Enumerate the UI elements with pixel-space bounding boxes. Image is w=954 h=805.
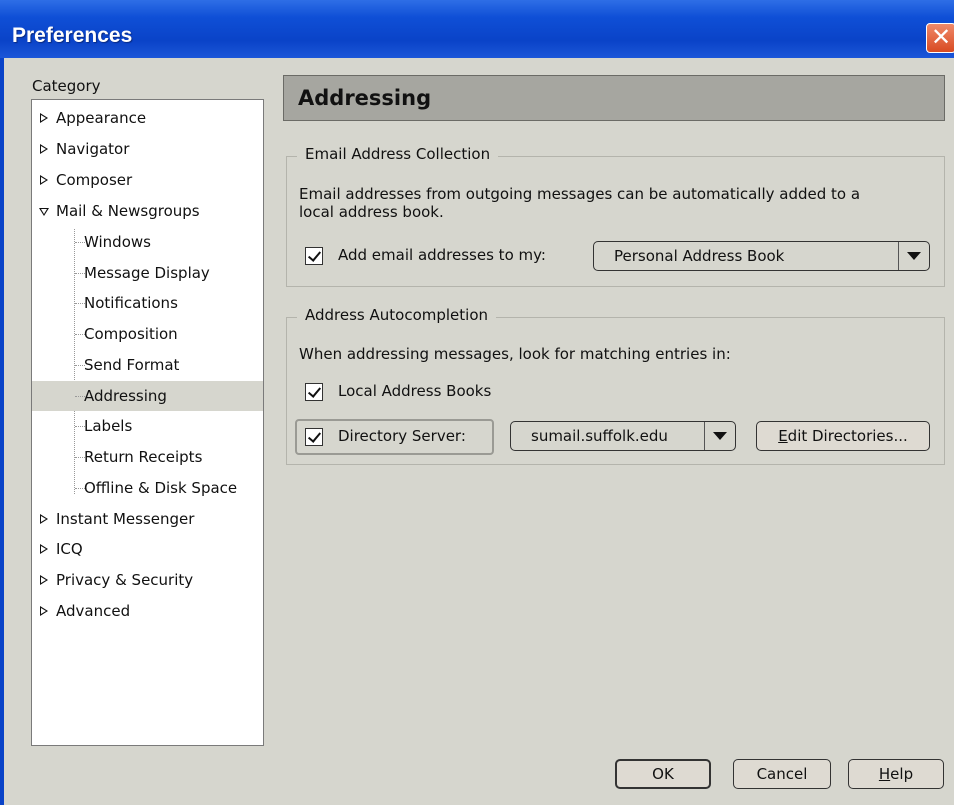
tree-item-label: Offline & Disk Space	[84, 479, 238, 497]
tree-item-privacy-security[interactable]: Privacy & Security	[32, 565, 263, 595]
help-button[interactable]: Help	[848, 759, 944, 789]
cancel-button[interactable]: Cancel	[733, 759, 831, 789]
expand-arrow-icon[interactable]	[40, 113, 48, 123]
button-label: dit Directories...	[787, 427, 908, 445]
tree-item-label: Composition	[84, 325, 178, 343]
tree-item-label: Message Display	[84, 264, 210, 282]
address-book-select[interactable]: Personal Address Book	[593, 241, 930, 271]
category-tree[interactable]: Appearance Navigator Composer Mail & New…	[31, 99, 264, 746]
local-address-books-checkbox[interactable]	[305, 383, 323, 401]
tree-item-label: Instant Messenger	[56, 510, 195, 528]
tree-item-label: Return Receipts	[84, 448, 203, 466]
mnemonic: H	[878, 765, 891, 783]
ok-button[interactable]: OK	[615, 759, 711, 789]
expand-arrow-icon[interactable]	[40, 544, 48, 554]
chevron-down-icon[interactable]	[898, 242, 929, 270]
tree-item-message-display[interactable]: Message Display	[32, 258, 263, 288]
tree-item-label: Advanced	[56, 602, 131, 620]
expand-arrow-icon[interactable]	[40, 175, 48, 185]
tree-item-navigator[interactable]: Navigator	[32, 134, 263, 164]
tree-item-label: Composer	[56, 171, 133, 189]
tree-item-instant-messenger[interactable]: Instant Messenger	[32, 504, 263, 534]
autocompletion-title: Address Autocompletion	[297, 306, 497, 324]
tree-item-return-receipts[interactable]: Return Receipts	[32, 442, 263, 472]
tree-item-addressing[interactable]: Addressing	[32, 381, 263, 411]
window-frame	[0, 58, 4, 805]
tree-item-notifications[interactable]: Notifications	[32, 288, 263, 318]
expand-arrow-icon[interactable]	[40, 606, 48, 616]
panel-title: Addressing	[298, 86, 432, 110]
tree-item-label: Send Format	[84, 356, 180, 374]
mnemonic: E	[778, 427, 788, 445]
autocompletion-description: When addressing messages, look for match…	[299, 345, 731, 363]
email-collection-description-2: local address book.	[299, 203, 444, 221]
category-label: Category	[32, 77, 101, 95]
edit-directories-button[interactable]: Edit Directories...	[756, 421, 930, 451]
tree-item-label: Navigator	[56, 140, 130, 158]
tree-item-label: ICQ	[56, 540, 83, 558]
close-icon[interactable]: ✕	[926, 23, 954, 53]
tree-item-label: Addressing	[84, 387, 167, 405]
add-email-addresses-checkbox[interactable]	[305, 247, 323, 265]
add-email-addresses-label[interactable]: Add email addresses to my:	[338, 246, 546, 264]
email-collection-title: Email Address Collection	[297, 145, 499, 163]
tree-item-appearance[interactable]: Appearance	[32, 103, 263, 133]
expand-arrow-icon[interactable]	[40, 514, 48, 524]
directory-server-value: sumail.suffolk.edu	[531, 427, 668, 445]
tree-item-label: Notifications	[84, 294, 178, 312]
expand-arrow-icon[interactable]	[40, 144, 48, 154]
tree-item-label: Appearance	[56, 109, 147, 127]
email-collection-description-1: Email addresses from outgoing messages c…	[299, 185, 861, 203]
tree-item-offline-disk-space[interactable]: Offline & Disk Space	[32, 473, 263, 503]
local-address-books-label[interactable]: Local Address Books	[338, 382, 491, 400]
tree-item-composer[interactable]: Composer	[32, 165, 263, 195]
directory-server-label[interactable]: Directory Server:	[338, 427, 466, 445]
tree-item-label: Privacy & Security	[56, 571, 194, 589]
tree-item-windows[interactable]: Windows	[32, 227, 263, 257]
tree-item-label: Labels	[84, 417, 133, 435]
directory-server-select[interactable]: sumail.suffolk.edu	[510, 421, 736, 451]
button-label: elp	[890, 765, 914, 783]
address-book-value: Personal Address Book	[614, 247, 785, 265]
tree-item-advanced[interactable]: Advanced	[32, 596, 263, 626]
tree-item-labels[interactable]: Labels	[32, 411, 263, 441]
panel-header: Addressing	[283, 75, 945, 121]
chevron-down-icon[interactable]	[704, 422, 735, 450]
directory-server-checkbox[interactable]	[305, 428, 323, 446]
tree-item-send-format[interactable]: Send Format	[32, 350, 263, 380]
tree-item-icq[interactable]: ICQ	[32, 534, 263, 564]
expand-arrow-icon[interactable]	[40, 575, 48, 585]
tree-item-label: Mail & Newsgroups	[56, 202, 200, 220]
tree-item-label: Windows	[84, 233, 151, 251]
window-title: Preferences	[12, 24, 133, 47]
collapse-arrow-icon[interactable]	[39, 208, 49, 216]
tree-item-composition[interactable]: Composition	[32, 319, 263, 349]
title-bar: Preferences ✕	[0, 0, 954, 58]
tree-item-mail-newsgroups[interactable]: Mail & Newsgroups	[32, 196, 263, 226]
